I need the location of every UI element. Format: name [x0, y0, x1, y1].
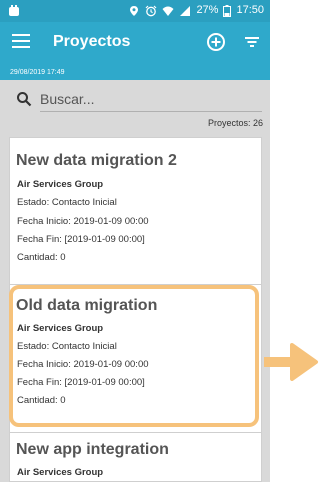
project-client: Air Services Group	[17, 467, 104, 478]
alarm-icon	[146, 5, 157, 16]
project-client: Air Services Group	[17, 179, 104, 190]
project-quantity: Cantidad: 0	[17, 252, 66, 263]
add-circle-icon[interactable]	[206, 32, 226, 52]
menu-icon[interactable]	[12, 34, 30, 50]
project-card[interactable]: New data migration 2 Air Services Group …	[10, 138, 261, 285]
project-card[interactable]: New app integration Air Services Group	[10, 433, 261, 481]
project-start-date: Fecha Inicio: 2019-01-09 00:00	[17, 359, 149, 370]
search-bar	[0, 80, 270, 116]
sync-date: 29/08/2019 17:49	[10, 69, 65, 76]
app-bar: Proyectos 29/08/2019 17:49	[0, 22, 270, 80]
battery-percent: 27%	[196, 4, 219, 16]
project-end-date: Fecha Fin: [2019-01-09 00:00]	[17, 377, 145, 388]
arrow-right-icon	[264, 343, 318, 381]
project-title: Old data migration	[16, 297, 158, 314]
project-client: Air Services Group	[17, 323, 104, 334]
project-start-date: Fecha Inicio: 2019-01-09 00:00	[17, 216, 149, 227]
project-quantity: Cantidad: 0	[17, 395, 66, 406]
filter-icon[interactable]	[244, 34, 260, 50]
location-icon	[130, 5, 139, 16]
status-bar: 27% 17:50	[0, 0, 270, 22]
status-time: 17:50	[236, 4, 264, 16]
project-title: New data migration 2	[16, 152, 177, 169]
search-input[interactable]	[40, 86, 262, 112]
project-status: Estado: Contacto Inicial	[17, 197, 117, 208]
app-icon	[9, 5, 19, 16]
signal-icon	[180, 5, 191, 16]
project-title: New app integration	[16, 441, 169, 458]
page-title: Proyectos	[53, 33, 131, 50]
project-list[interactable]: New data migration 2 Air Services Group …	[9, 137, 262, 482]
project-count: Proyectos: 26	[207, 118, 263, 128]
project-card[interactable]: Old data migration Air Services Group Es…	[10, 285, 261, 433]
search-icon[interactable]	[16, 91, 32, 107]
wifi-icon	[162, 6, 174, 16]
battery-icon	[223, 4, 232, 17]
project-end-date: Fecha Fin: [2019-01-09 00:00]	[17, 234, 145, 245]
project-status: Estado: Contacto Inicial	[17, 341, 117, 352]
phone-screen: 27% 17:50 Proyectos 29/08/2019 17:49 Bus…	[0, 0, 270, 482]
